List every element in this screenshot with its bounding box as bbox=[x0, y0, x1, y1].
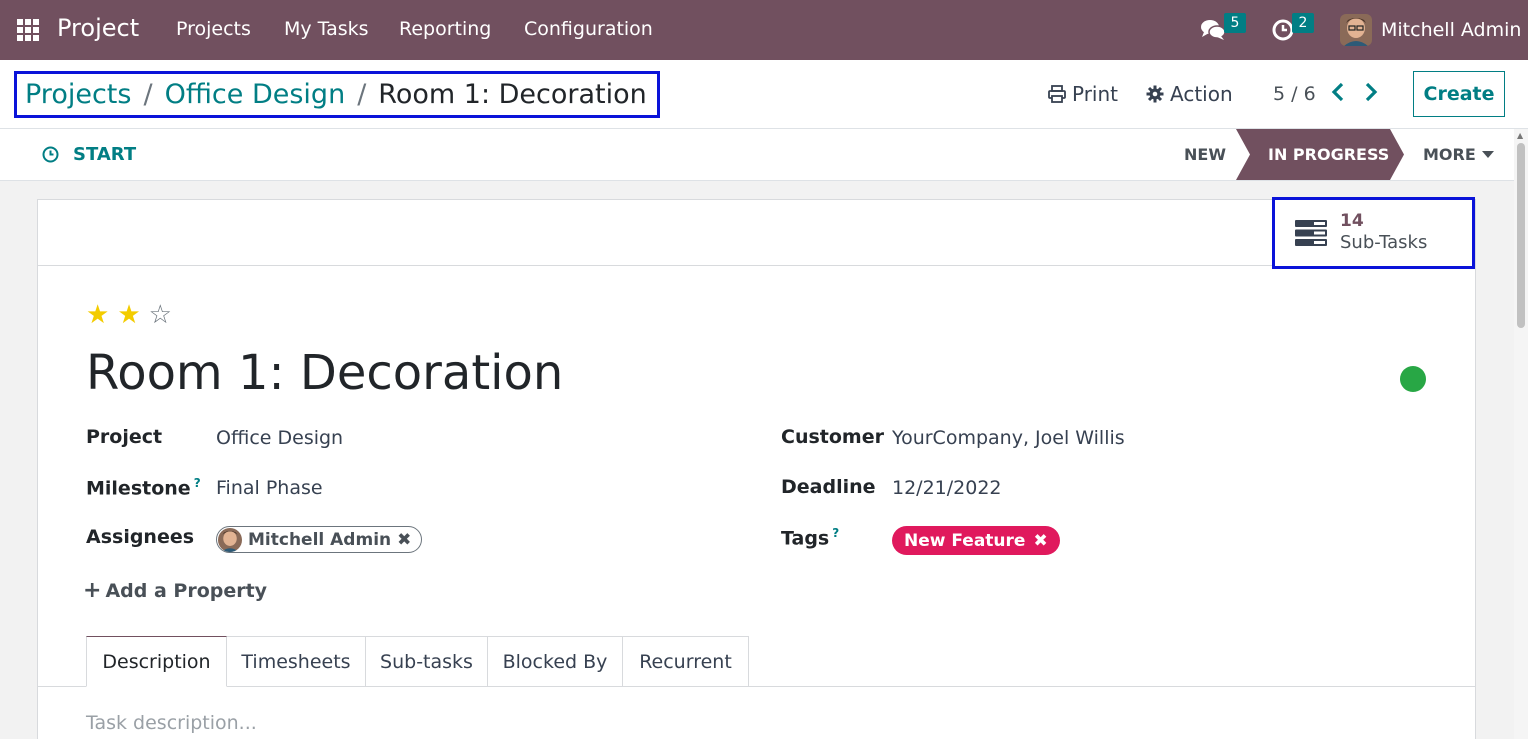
breadcrumb-current: Room 1: Decoration bbox=[378, 79, 647, 110]
subtasks-smart-button[interactable]: 14 Sub-Tasks bbox=[1272, 197, 1475, 269]
star-filled-icon[interactable]: ★ bbox=[86, 300, 109, 330]
create-button[interactable]: Create bbox=[1413, 71, 1505, 117]
stage-in-progress[interactable]: IN PROGRESS bbox=[1236, 129, 1404, 180]
activities-button[interactable]: 2 bbox=[1272, 0, 1314, 60]
stage-new[interactable]: NEW bbox=[1184, 129, 1226, 180]
assignee-avatar bbox=[218, 527, 242, 552]
action-label: Action bbox=[1170, 82, 1233, 106]
tasks-icon bbox=[1295, 220, 1327, 246]
scroll-thumb[interactable] bbox=[1517, 143, 1525, 328]
star-empty-icon[interactable]: ☆ bbox=[149, 300, 172, 330]
breadcrumb-projects[interactable]: Projects bbox=[25, 79, 131, 110]
clock-icon bbox=[42, 146, 59, 163]
breadcrumb-office-design[interactable]: Office Design bbox=[165, 79, 346, 110]
pager-value[interactable]: 5 / 6 bbox=[1273, 83, 1316, 105]
gear-icon bbox=[1146, 85, 1164, 103]
remove-assignee-icon[interactable]: ✖ bbox=[397, 530, 411, 550]
tab-description[interactable]: Description bbox=[86, 636, 227, 687]
subtasks-count: 14 bbox=[1340, 211, 1364, 231]
clock-icon bbox=[1272, 19, 1294, 41]
status-bar: START NEW IN PROGRESS MORE bbox=[0, 129, 1514, 181]
assignee-name: Mitchell Admin bbox=[248, 529, 392, 550]
chat-icon bbox=[1201, 20, 1226, 40]
project-label: Project bbox=[86, 426, 163, 448]
pager-next-icon[interactable] bbox=[1364, 82, 1378, 108]
user-menu[interactable]: Mitchell Admin bbox=[1340, 0, 1521, 60]
customer-field[interactable]: YourCompany, Joel Willis bbox=[892, 427, 1125, 449]
pager-previous-icon[interactable] bbox=[1331, 82, 1345, 108]
assignees-label: Assignees bbox=[86, 526, 195, 548]
user-name: Mitchell Admin bbox=[1381, 19, 1522, 41]
app-brand[interactable]: Project bbox=[57, 14, 139, 42]
menu-projects[interactable]: Projects bbox=[176, 18, 251, 40]
start-timer-button[interactable]: START bbox=[42, 144, 136, 165]
project-field[interactable]: Office Design bbox=[216, 427, 343, 449]
subtasks-label: Sub-Tasks bbox=[1340, 232, 1428, 253]
tab-timesheets[interactable]: Timesheets bbox=[227, 636, 366, 687]
notebook-tabs: Description Timesheets Sub-tasks Blocked… bbox=[86, 636, 749, 687]
action-button[interactable]: Action bbox=[1146, 82, 1233, 106]
deadline-label: Deadline bbox=[781, 476, 876, 498]
print-label: Print bbox=[1072, 82, 1119, 106]
add-property-button[interactable]: + Add a Property bbox=[83, 578, 267, 603]
caret-down-icon bbox=[1481, 150, 1494, 158]
task-title[interactable]: Room 1: Decoration bbox=[86, 345, 563, 401]
messages-badge: 5 bbox=[1224, 13, 1246, 33]
tab-recurrent[interactable]: Recurrent bbox=[623, 636, 749, 687]
star-filled-icon[interactable]: ★ bbox=[117, 300, 140, 330]
deadline-field[interactable]: 12/21/2022 bbox=[892, 477, 1002, 499]
button-box: 14 Sub-Tasks bbox=[38, 197, 1475, 269]
milestone-field[interactable]: Final Phase bbox=[216, 477, 323, 499]
kanban-state-indicator[interactable] bbox=[1400, 366, 1426, 392]
form-sheet: 14 Sub-Tasks ★ ★ ☆ Room 1: Decoration Pr… bbox=[37, 197, 1476, 739]
start-label: START bbox=[73, 144, 137, 165]
control-panel: Projects / Office Design / Room 1: Decor… bbox=[0, 60, 1528, 129]
help-tooltip-icon[interactable]: ? bbox=[194, 476, 201, 490]
remove-tag-icon[interactable]: ✖ bbox=[1033, 531, 1047, 551]
customer-label: Customer bbox=[781, 426, 884, 448]
add-property-label: Add a Property bbox=[105, 579, 268, 602]
scroll-up-icon[interactable]: ▲ bbox=[1517, 131, 1523, 140]
assignee-tag[interactable]: Mitchell Admin ✖ bbox=[216, 526, 423, 553]
print-button[interactable]: Print bbox=[1048, 82, 1118, 106]
menu-my-tasks[interactable]: My Tasks bbox=[284, 18, 369, 40]
tags-label: Tags? bbox=[781, 526, 839, 549]
menu-configuration[interactable]: Configuration bbox=[524, 18, 653, 40]
tags-label-text: Tags bbox=[781, 527, 830, 550]
top-navbar: Project Projects My Tasks Reporting Conf… bbox=[0, 0, 1528, 60]
tag-label: New Feature bbox=[904, 530, 1026, 551]
more-label: MORE bbox=[1423, 145, 1476, 164]
help-tooltip-icon[interactable]: ? bbox=[832, 526, 839, 540]
milestone-label: Milestone? bbox=[86, 476, 201, 499]
plus-icon: + bbox=[83, 578, 102, 603]
menu-reporting[interactable]: Reporting bbox=[399, 18, 491, 40]
description-editor[interactable]: Task description... bbox=[86, 712, 257, 734]
subtasks-stat: 14 Sub-Tasks bbox=[1340, 211, 1427, 255]
breadcrumb-separator: / bbox=[143, 79, 153, 110]
messages-button[interactable]: 5 bbox=[1200, 0, 1246, 60]
breadcrumb-separator: / bbox=[357, 79, 367, 110]
tag-new-feature[interactable]: New Feature ✖ bbox=[892, 526, 1060, 555]
tab-blocked-by[interactable]: Blocked By bbox=[488, 636, 623, 687]
user-avatar bbox=[1340, 14, 1372, 46]
app-grid-icon[interactable] bbox=[17, 19, 39, 41]
stage-more-dropdown[interactable]: MORE bbox=[1423, 129, 1494, 180]
activities-badge: 2 bbox=[1292, 13, 1314, 33]
breadcrumb: Projects / Office Design / Room 1: Decor… bbox=[14, 71, 660, 118]
printer-icon bbox=[1048, 85, 1066, 103]
milestone-label-text: Milestone bbox=[86, 477, 191, 500]
scrollbar[interactable]: ▲ bbox=[1514, 129, 1528, 739]
priority-widget: ★ ★ ☆ bbox=[86, 300, 172, 330]
tab-sub-tasks[interactable]: Sub-tasks bbox=[366, 636, 488, 687]
